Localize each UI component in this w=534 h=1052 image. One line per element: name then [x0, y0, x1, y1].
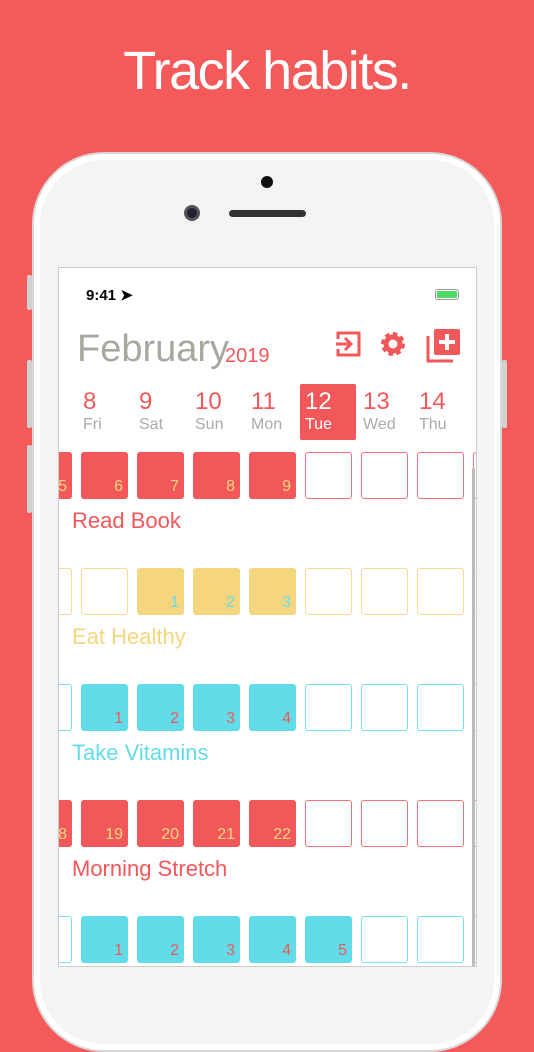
weekday: Mon — [251, 416, 283, 433]
app-screen: 9:41 ➤ February 2019 8 Fri 9 Sat 10 Sun 11 Mon 1… — [58, 267, 477, 967]
volume-up-button — [27, 360, 32, 428]
habit-day-cell[interactable]: 2 — [137, 684, 184, 731]
habit-day-cell[interactable]: 1 — [137, 568, 184, 615]
day-13[interactable]: 13 Wed — [361, 384, 417, 440]
habit-day-cell[interactable] — [417, 684, 464, 731]
habit-day-cell[interactable]: 20 — [137, 800, 184, 847]
year-label: 2019 — [225, 345, 270, 367]
habit-day-cell[interactable] — [361, 568, 408, 615]
day-number: 15 — [475, 388, 476, 416]
habit-day-cell[interactable] — [59, 916, 72, 963]
habit-day-cell[interactable]: 6 — [81, 452, 128, 499]
habit-day-cell[interactable]: 22 — [249, 800, 296, 847]
day-number: 11 — [251, 388, 276, 415]
habit-day-cell[interactable] — [305, 684, 352, 731]
weekday: Sun — [195, 416, 224, 433]
day-11[interactable]: 11 Mon — [249, 384, 305, 440]
status-time: 9:41 ➤ — [86, 287, 133, 304]
sensor — [261, 176, 273, 188]
habit-day-cell[interactable]: 3 — [249, 568, 296, 615]
habit-day-cell[interactable] — [361, 916, 408, 963]
habit-day-cell[interactable] — [361, 452, 408, 499]
habit-day-cell[interactable]: 4 — [249, 684, 296, 731]
habit-day-cell[interactable] — [81, 568, 128, 615]
habit-day-cell[interactable]: 2 — [137, 916, 184, 963]
habit-name[interactable]: Eat Healthy — [72, 624, 186, 650]
habit-day-cell[interactable]: 9 — [249, 452, 296, 499]
day-10[interactable]: 10 Sun — [193, 384, 249, 440]
front-camera — [184, 205, 200, 221]
habit-day-cell[interactable] — [361, 684, 408, 731]
habit-day-cell[interactable]: 19 — [81, 800, 128, 847]
day-9[interactable]: 9 Sat — [137, 384, 193, 440]
habit-day-cell[interactable] — [417, 568, 464, 615]
habit-day-cell[interactable]: 4 — [249, 916, 296, 963]
habit-day-cell[interactable]: 1 — [81, 684, 128, 731]
day-number: 14 — [419, 388, 446, 415]
weekday: Wed — [363, 416, 396, 433]
headline: Track habits. — [123, 41, 412, 101]
mute-switch — [27, 275, 32, 310]
day-14[interactable]: 14 Thu — [417, 384, 473, 440]
habit-day-cell[interactable]: 1 — [81, 916, 128, 963]
habit-day-cell[interactable]: 2 — [193, 568, 240, 615]
month-title: February — [77, 328, 230, 370]
habit-day-cell[interactable]: 7 — [137, 452, 184, 499]
day-8[interactable]: 8 Fri — [81, 384, 137, 440]
habit-name[interactable]: Read Book — [72, 508, 181, 534]
habit-day-cell[interactable] — [59, 684, 72, 731]
habit-name[interactable]: Morning Stretch — [72, 856, 227, 882]
import-icon[interactable] — [334, 330, 362, 358]
habit-day-cell[interactable] — [305, 800, 352, 847]
day-number: 9 — [139, 388, 153, 415]
habit-day-cell[interactable]: 5 — [305, 916, 352, 963]
habit-day-cell[interactable]: 18 — [59, 800, 72, 847]
weekday: Sat — [139, 416, 164, 433]
day-number: 12 — [305, 388, 332, 415]
day-12[interactable]: 12 Tue — [300, 384, 356, 440]
battery-icon — [435, 289, 459, 300]
weekday: Thu — [419, 416, 447, 433]
location-icon: ➤ — [120, 287, 133, 304]
habit-day-cell[interactable] — [59, 568, 72, 615]
day-15[interactable]: 15Fri — [473, 384, 476, 440]
habit-day-cell[interactable] — [417, 800, 464, 847]
day-number: 8 — [83, 388, 97, 415]
habit-day-cell[interactable]: 5 — [59, 452, 72, 499]
habit-day-cell[interactable] — [417, 452, 464, 499]
habit-day-cell[interactable] — [305, 452, 352, 499]
gear-icon[interactable] — [379, 330, 407, 358]
weekday: Tue — [305, 416, 332, 433]
speaker — [229, 210, 306, 217]
volume-down-button — [27, 445, 32, 513]
power-button — [502, 360, 507, 428]
weekday: Fri — [83, 416, 102, 433]
habit-name[interactable]: Take Vitamins — [72, 740, 209, 766]
day-number: 13 — [363, 388, 390, 415]
habit-day-cell[interactable]: 8 — [193, 452, 240, 499]
habit-day-cell[interactable]: 21 — [193, 800, 240, 847]
habit-day-cell[interactable] — [361, 800, 408, 847]
habit-day-cell[interactable] — [417, 916, 464, 963]
add-habit-icon[interactable] — [426, 328, 461, 363]
day-number: 10 — [195, 388, 222, 415]
habit-day-cell[interactable] — [305, 568, 352, 615]
habit-day-cell[interactable]: 3 — [193, 684, 240, 731]
weekday: Fri — [475, 416, 476, 433]
habit-day-cell[interactable]: 3 — [193, 916, 240, 963]
scrollbar[interactable] — [472, 468, 475, 966]
